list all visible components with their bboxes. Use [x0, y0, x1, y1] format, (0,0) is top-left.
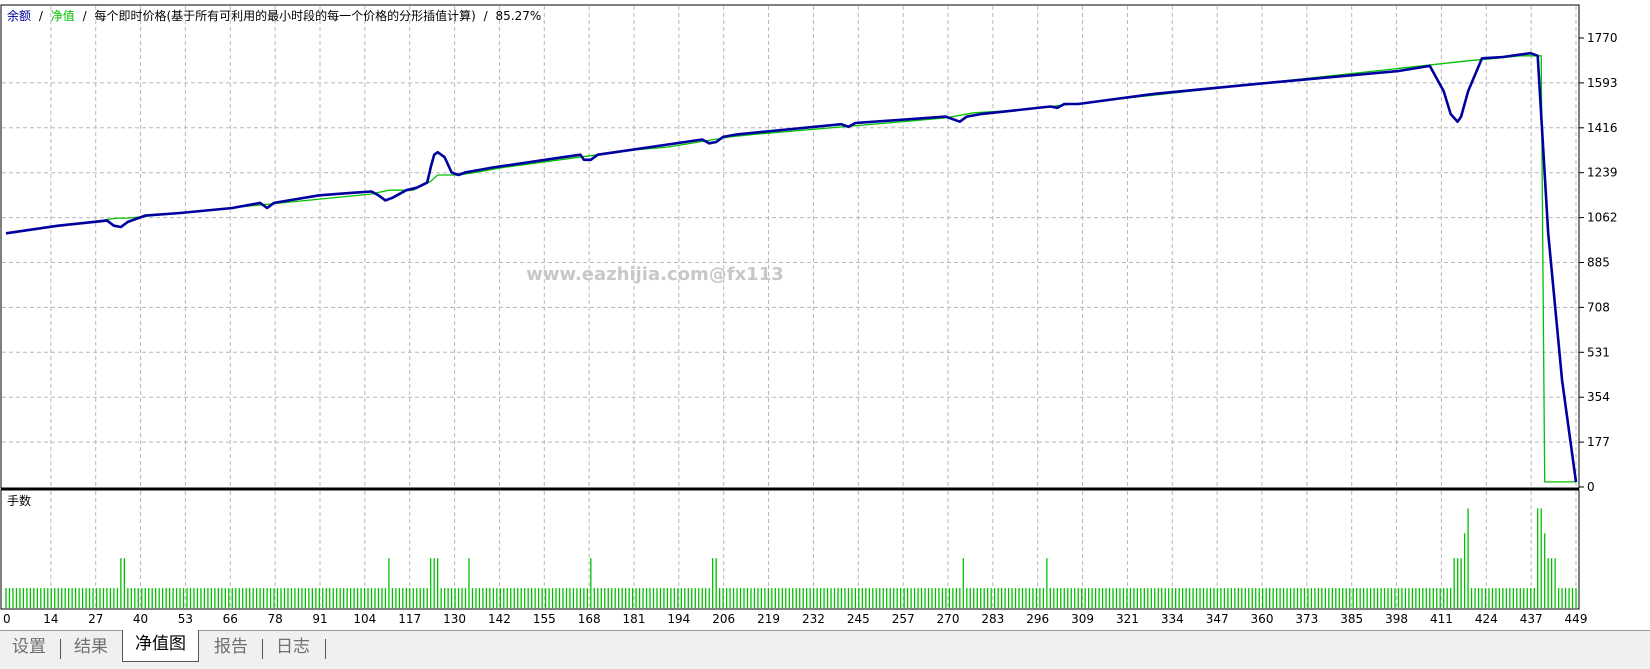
y-tick-label: 1770	[1587, 31, 1618, 45]
x-tick-label: 257	[892, 612, 915, 626]
main-panel-background	[0, 0, 1650, 630]
tab-results[interactable]: 结果	[66, 633, 116, 661]
y-tick-label: 1239	[1587, 166, 1618, 180]
tab-equity-chart[interactable]: 净值图	[122, 630, 199, 662]
x-tick-label: 78	[268, 612, 283, 626]
header-separator: /	[484, 9, 489, 23]
x-tick-label: 270	[937, 612, 960, 626]
x-tick-label: 321	[1116, 612, 1139, 626]
y-tick-label: 1416	[1587, 121, 1618, 135]
x-tick-label: 373	[1295, 612, 1318, 626]
x-tick-label: 40	[133, 612, 148, 626]
x-tick-label: 168	[578, 612, 601, 626]
legend-balance-label: 余额	[7, 8, 31, 23]
x-tick-label: 219	[757, 612, 780, 626]
equity-chart: www.eazhijia.com@fx113 0 177 354 531 708 885 1…	[0, 0, 1650, 630]
x-tick-label: 142	[488, 612, 511, 626]
x-tick-label: 360	[1251, 612, 1274, 626]
y-tick-label: 177	[1587, 435, 1610, 449]
x-tick-label: 347	[1206, 612, 1229, 626]
x-tick-label: 130	[443, 612, 466, 626]
x-tick-label: 437	[1520, 612, 1543, 626]
header-separator: /	[39, 9, 44, 23]
modelling-quality: 85.27%	[496, 9, 542, 23]
y-tick-label: 0	[1587, 480, 1595, 494]
x-tick-label: 91	[312, 612, 327, 626]
x-tick-label: 181	[623, 612, 646, 626]
y-tick-label: 531	[1587, 345, 1610, 359]
watermark: www.eazhijia.com@fx113	[526, 264, 784, 285]
chart-header: 余额 / 净值 / 每个即时价格(基于所有可利用的最小时段的每一个价格的分形插值…	[7, 8, 541, 23]
tab-bar: 设置 结果 净值图 报告 日志	[0, 630, 1650, 669]
legend-equity-label: 净值	[51, 8, 75, 23]
x-tick-label: 245	[847, 612, 870, 626]
x-tick-label: 0	[3, 612, 11, 626]
y-tick-label: 1593	[1587, 76, 1618, 90]
x-tick-label: 398	[1385, 612, 1408, 626]
x-tick-label: 449	[1565, 612, 1588, 626]
x-tick-label: 66	[223, 612, 238, 626]
header-separator: /	[83, 9, 88, 23]
tab-separator	[325, 639, 326, 659]
tab-separator	[262, 639, 263, 659]
tab-separator	[60, 639, 61, 659]
x-tick-label: 53	[178, 612, 193, 626]
tab-journal[interactable]: 日志	[268, 633, 318, 661]
x-tick-label: 283	[981, 612, 1004, 626]
x-tick-label: 385	[1340, 612, 1363, 626]
y-tick-label: 708	[1587, 300, 1610, 314]
y-tick-label: 354	[1587, 390, 1610, 404]
x-tick-label: 309	[1071, 612, 1094, 626]
x-tick-label: 117	[398, 612, 421, 626]
tab-report[interactable]: 报告	[206, 633, 256, 661]
x-tick-label: 334	[1161, 612, 1184, 626]
tab-settings[interactable]: 设置	[6, 633, 52, 661]
x-tick-label: 14	[43, 612, 58, 626]
x-tick-label: 194	[667, 612, 690, 626]
x-tick-label: 27	[88, 612, 103, 626]
x-tick-label: 411	[1430, 612, 1453, 626]
x-tick-label: 232	[802, 612, 825, 626]
x-tick-label: 424	[1475, 612, 1498, 626]
x-tick-label: 206	[712, 612, 735, 626]
x-tick-label: 155	[533, 612, 556, 626]
x-tick-label: 104	[353, 612, 376, 626]
lower-panel-label: 手数	[7, 493, 31, 508]
y-tick-label: 1062	[1587, 211, 1618, 225]
y-tick-label: 885	[1587, 256, 1610, 270]
x-tick-label: 296	[1026, 612, 1049, 626]
modelling-method: 每个即时价格(基于所有可利用的最小时段的每一个价格的分形插值计算)	[94, 8, 475, 23]
